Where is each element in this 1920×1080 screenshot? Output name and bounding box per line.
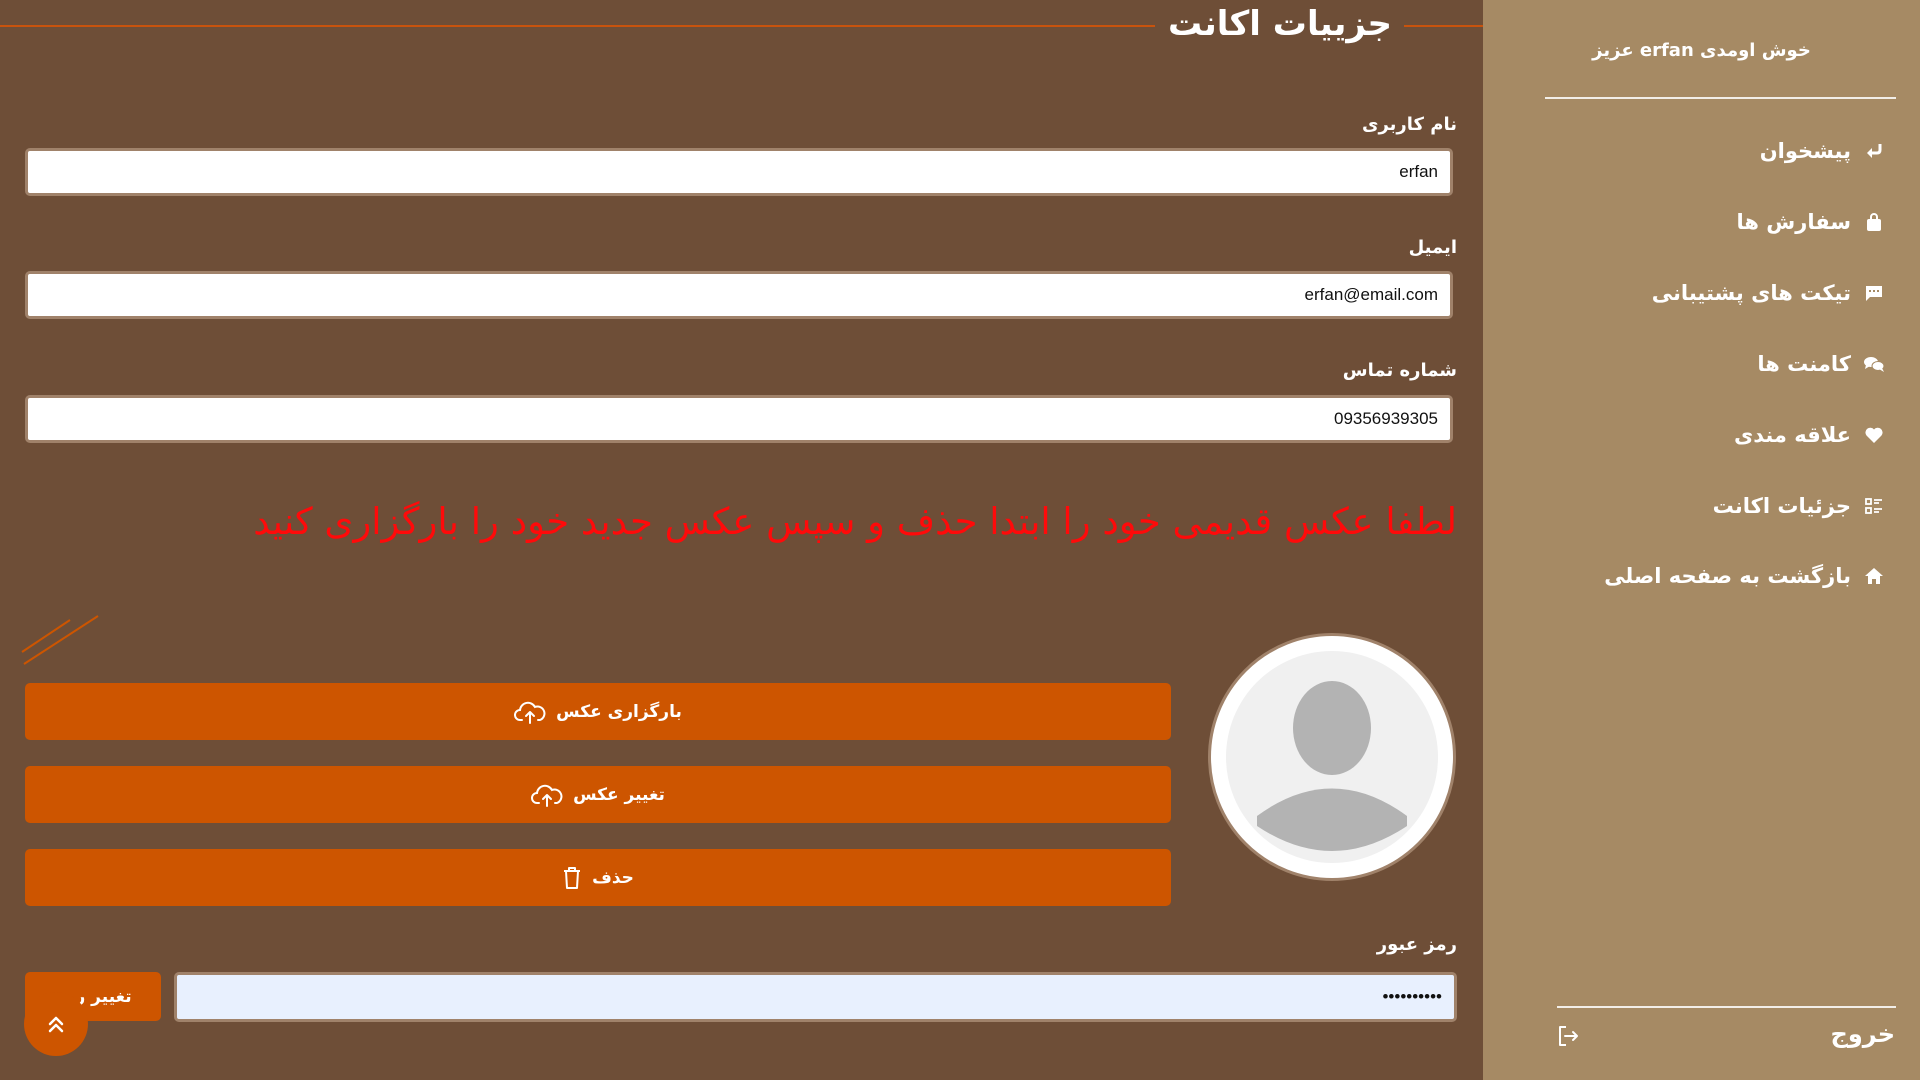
sidebar-item-label: بازگشت به صفحه اصلی	[1604, 564, 1851, 588]
decorative-lines	[21, 615, 99, 665]
logout-icon[interactable]	[1556, 1024, 1580, 1048]
username-label: نام کاربری	[1361, 114, 1457, 135]
sidebar-divider	[1557, 1006, 1896, 1008]
sidebar-item-tickets[interactable]: تیکت های پشتیبانی	[1652, 273, 1885, 313]
sidebar: خوش اومدی erfan عزیز پیشخوان سفارش ها تی…	[1483, 0, 1920, 1080]
logout-button[interactable]: خروج	[1831, 1020, 1895, 1048]
email-input[interactable]	[25, 271, 1453, 319]
sidebar-item-label: تیکت های پشتیبانی	[1651, 281, 1851, 305]
default-user-avatar-icon	[1226, 651, 1438, 863]
username-input[interactable]	[25, 148, 1453, 196]
upload-photo-label: بارگزاری عکس	[556, 701, 682, 722]
welcome-message: خوش اومدی erfan عزیز	[1592, 40, 1811, 61]
sidebar-item-comments[interactable]: کامنت ها	[1757, 344, 1885, 384]
message-icon	[1863, 282, 1885, 304]
phone-input[interactable]	[25, 395, 1453, 443]
sidebar-item-favorites[interactable]: علاقه مندی	[1734, 415, 1885, 455]
password-input[interactable]	[174, 972, 1457, 1022]
password-label: رمز عبور	[1376, 934, 1457, 955]
sidebar-item-label: کامنت ها	[1757, 352, 1851, 376]
double-chevron-up-icon	[48, 1016, 64, 1033]
cloud-upload-icon	[514, 701, 546, 724]
sidebar-item-dashboard[interactable]: پیشخوان	[1760, 131, 1885, 171]
upload-photo-button[interactable]: بارگزاری عکس	[25, 683, 1171, 740]
shopping-bag-icon	[1863, 211, 1885, 233]
home-icon	[1863, 565, 1885, 587]
title-divider-right	[1404, 25, 1483, 27]
sidebar-item-home[interactable]: بازگشت به صفحه اصلی	[1604, 556, 1885, 596]
sidebar-item-label: سفارش ها	[1736, 210, 1851, 234]
photo-warning-text: لطفا عکس قدیمی خود را ابتدا حذف و سپس عک…	[253, 500, 1457, 543]
sidebar-item-label: علاقه مندی	[1733, 423, 1851, 447]
delete-photo-label: حذف	[592, 867, 634, 888]
heart-icon	[1863, 424, 1885, 446]
sidebar-divider	[1545, 97, 1896, 99]
comments-icon	[1863, 353, 1885, 375]
sidebar-item-label: پیشخوان	[1759, 139, 1851, 163]
delete-photo-button[interactable]: حذف	[25, 849, 1171, 906]
sidebar-item-account-details[interactable]: جزئیات اکانت	[1713, 486, 1885, 526]
avatar	[1208, 633, 1456, 881]
phone-label: شماره تماس	[1342, 360, 1457, 381]
list-details-icon	[1863, 495, 1885, 517]
change-photo-button[interactable]: تغییر عکس	[25, 766, 1171, 823]
trash-icon	[564, 866, 581, 889]
page-title: جزییات اکانت	[1167, 4, 1393, 44]
scroll-to-top-button[interactable]	[24, 992, 88, 1056]
sidebar-item-orders[interactable]: سفارش ها	[1737, 202, 1885, 242]
main-content: جزییات اکانت نام کاربری ایمیل شماره تماس…	[0, 0, 1483, 1080]
sidebar-item-label: جزئیات اکانت	[1712, 494, 1851, 518]
change-photo-label: تغییر عکس	[573, 784, 665, 805]
email-label: ایمیل	[1408, 237, 1457, 258]
return-arrow-icon	[1863, 140, 1885, 162]
title-divider-left	[0, 25, 1155, 27]
cloud-upload-icon	[531, 784, 563, 807]
